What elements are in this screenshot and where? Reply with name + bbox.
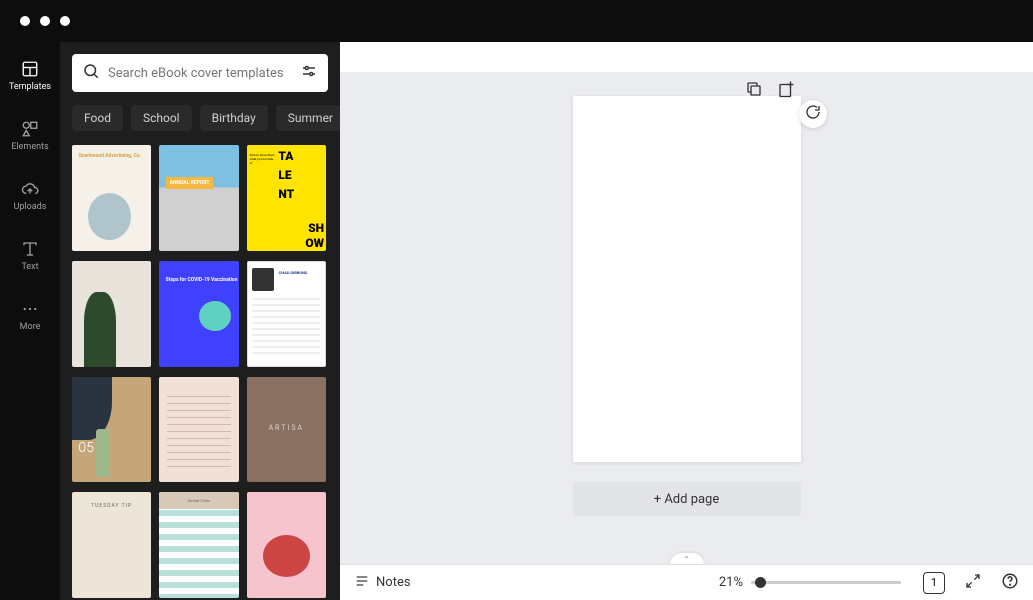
canvas-page[interactable] bbox=[573, 96, 801, 462]
viewport-handle[interactable]: ⌃ bbox=[670, 553, 704, 564]
add-page-button[interactable]: + Add page bbox=[573, 482, 801, 516]
template-card[interactable]: ANNUAL REPORT bbox=[159, 145, 238, 251]
notes-button[interactable]: Notes bbox=[354, 573, 411, 593]
search-icon bbox=[82, 62, 100, 84]
page-count-button[interactable]: 1 bbox=[923, 572, 945, 594]
window-dot[interactable] bbox=[40, 16, 50, 26]
template-card[interactable]: CHAD GIBBONS bbox=[247, 261, 326, 367]
template-card[interactable]: Dental Clinic bbox=[159, 492, 238, 598]
add-page-label: + Add page bbox=[654, 492, 720, 507]
template-text: ANNUAL REPORT bbox=[166, 177, 214, 189]
template-text: Steps for COVID-19 Vaccination bbox=[166, 277, 238, 283]
template-text: time to show them what you're made of bbox=[247, 145, 279, 251]
refresh-icon bbox=[805, 104, 821, 124]
filter-chips: Food School Birthday Summer bbox=[72, 104, 328, 131]
templates-icon bbox=[21, 60, 39, 78]
template-card[interactable] bbox=[247, 492, 326, 598]
search-filter-icon[interactable] bbox=[300, 62, 318, 84]
uploads-icon bbox=[21, 180, 39, 198]
template-text: Quarkwood Advertising, Co. bbox=[78, 153, 141, 159]
template-card[interactable] bbox=[72, 261, 151, 367]
canvas-viewport[interactable]: + Add page ⌃ bbox=[340, 72, 1033, 564]
template-card[interactable]: time to show them what you're made ofTAL… bbox=[247, 145, 326, 251]
bottom-bar: Notes 21% 1 bbox=[340, 564, 1033, 600]
elements-icon bbox=[21, 120, 39, 138]
search-input[interactable] bbox=[108, 66, 292, 81]
notes-label: Notes bbox=[376, 575, 411, 590]
template-card[interactable] bbox=[159, 377, 238, 483]
template-text: TUESDAY TIP bbox=[72, 503, 151, 509]
nav-label: Uploads bbox=[14, 202, 47, 212]
zoom-thumb[interactable] bbox=[755, 577, 766, 588]
chip-birthday[interactable]: Birthday bbox=[200, 105, 268, 131]
nav-label: Text bbox=[21, 262, 38, 272]
window-chrome bbox=[0, 0, 1033, 42]
nav-label: Templates bbox=[9, 82, 51, 92]
chip-school[interactable]: School bbox=[131, 105, 192, 131]
template-text: ARTISA bbox=[247, 424, 326, 432]
canvas-topbar bbox=[340, 42, 1033, 72]
nav-label: Elements bbox=[11, 142, 48, 152]
template-text: CHAD GIBBONS bbox=[279, 270, 308, 275]
text-icon bbox=[21, 240, 39, 258]
refresh-button[interactable] bbox=[799, 100, 827, 128]
template-card[interactable]: ARTISA bbox=[247, 377, 326, 483]
template-text: Dental Clinic bbox=[159, 492, 238, 509]
help-icon[interactable] bbox=[1001, 572, 1019, 594]
window-dot[interactable] bbox=[60, 16, 70, 26]
chip-food[interactable]: Food bbox=[72, 105, 123, 131]
search-bar bbox=[72, 54, 328, 92]
nav-templates[interactable]: Templates bbox=[0, 54, 60, 98]
template-grid: Quarkwood Advertising, Co. ANNUAL REPORT… bbox=[72, 145, 328, 600]
canvas-area: + Add page ⌃ Notes 21% 1 bbox=[340, 42, 1033, 600]
nav-elements[interactable]: Elements bbox=[0, 114, 60, 158]
duplicate-page-icon[interactable] bbox=[745, 80, 763, 98]
nav-label: More bbox=[20, 322, 41, 332]
page-tools bbox=[745, 80, 795, 98]
notes-icon bbox=[354, 573, 370, 593]
add-page-icon[interactable] bbox=[777, 80, 795, 98]
window-dot[interactable] bbox=[20, 16, 30, 26]
zoom-value: 21% bbox=[719, 575, 743, 590]
chip-summer[interactable]: Summer bbox=[276, 105, 345, 131]
nav-more[interactable]: More bbox=[0, 294, 60, 338]
nav-rail: Templates Elements Uploads Text More bbox=[0, 42, 60, 600]
template-card[interactable]: Steps for COVID-19 Vaccination bbox=[159, 261, 238, 367]
more-icon bbox=[21, 300, 39, 318]
fullscreen-icon[interactable] bbox=[965, 573, 981, 593]
zoom-slider[interactable] bbox=[751, 581, 901, 584]
template-text: 05 bbox=[78, 440, 94, 456]
template-card[interactable]: Quarkwood Advertising, Co. bbox=[72, 145, 151, 251]
side-panel: Food School Birthday Summer Quarkwood Ad… bbox=[60, 42, 340, 600]
nav-text[interactable]: Text bbox=[0, 234, 60, 278]
template-card[interactable]: TUESDAY TIP bbox=[72, 492, 151, 598]
nav-uploads[interactable]: Uploads bbox=[0, 174, 60, 218]
template-card[interactable]: 05 bbox=[72, 377, 151, 483]
